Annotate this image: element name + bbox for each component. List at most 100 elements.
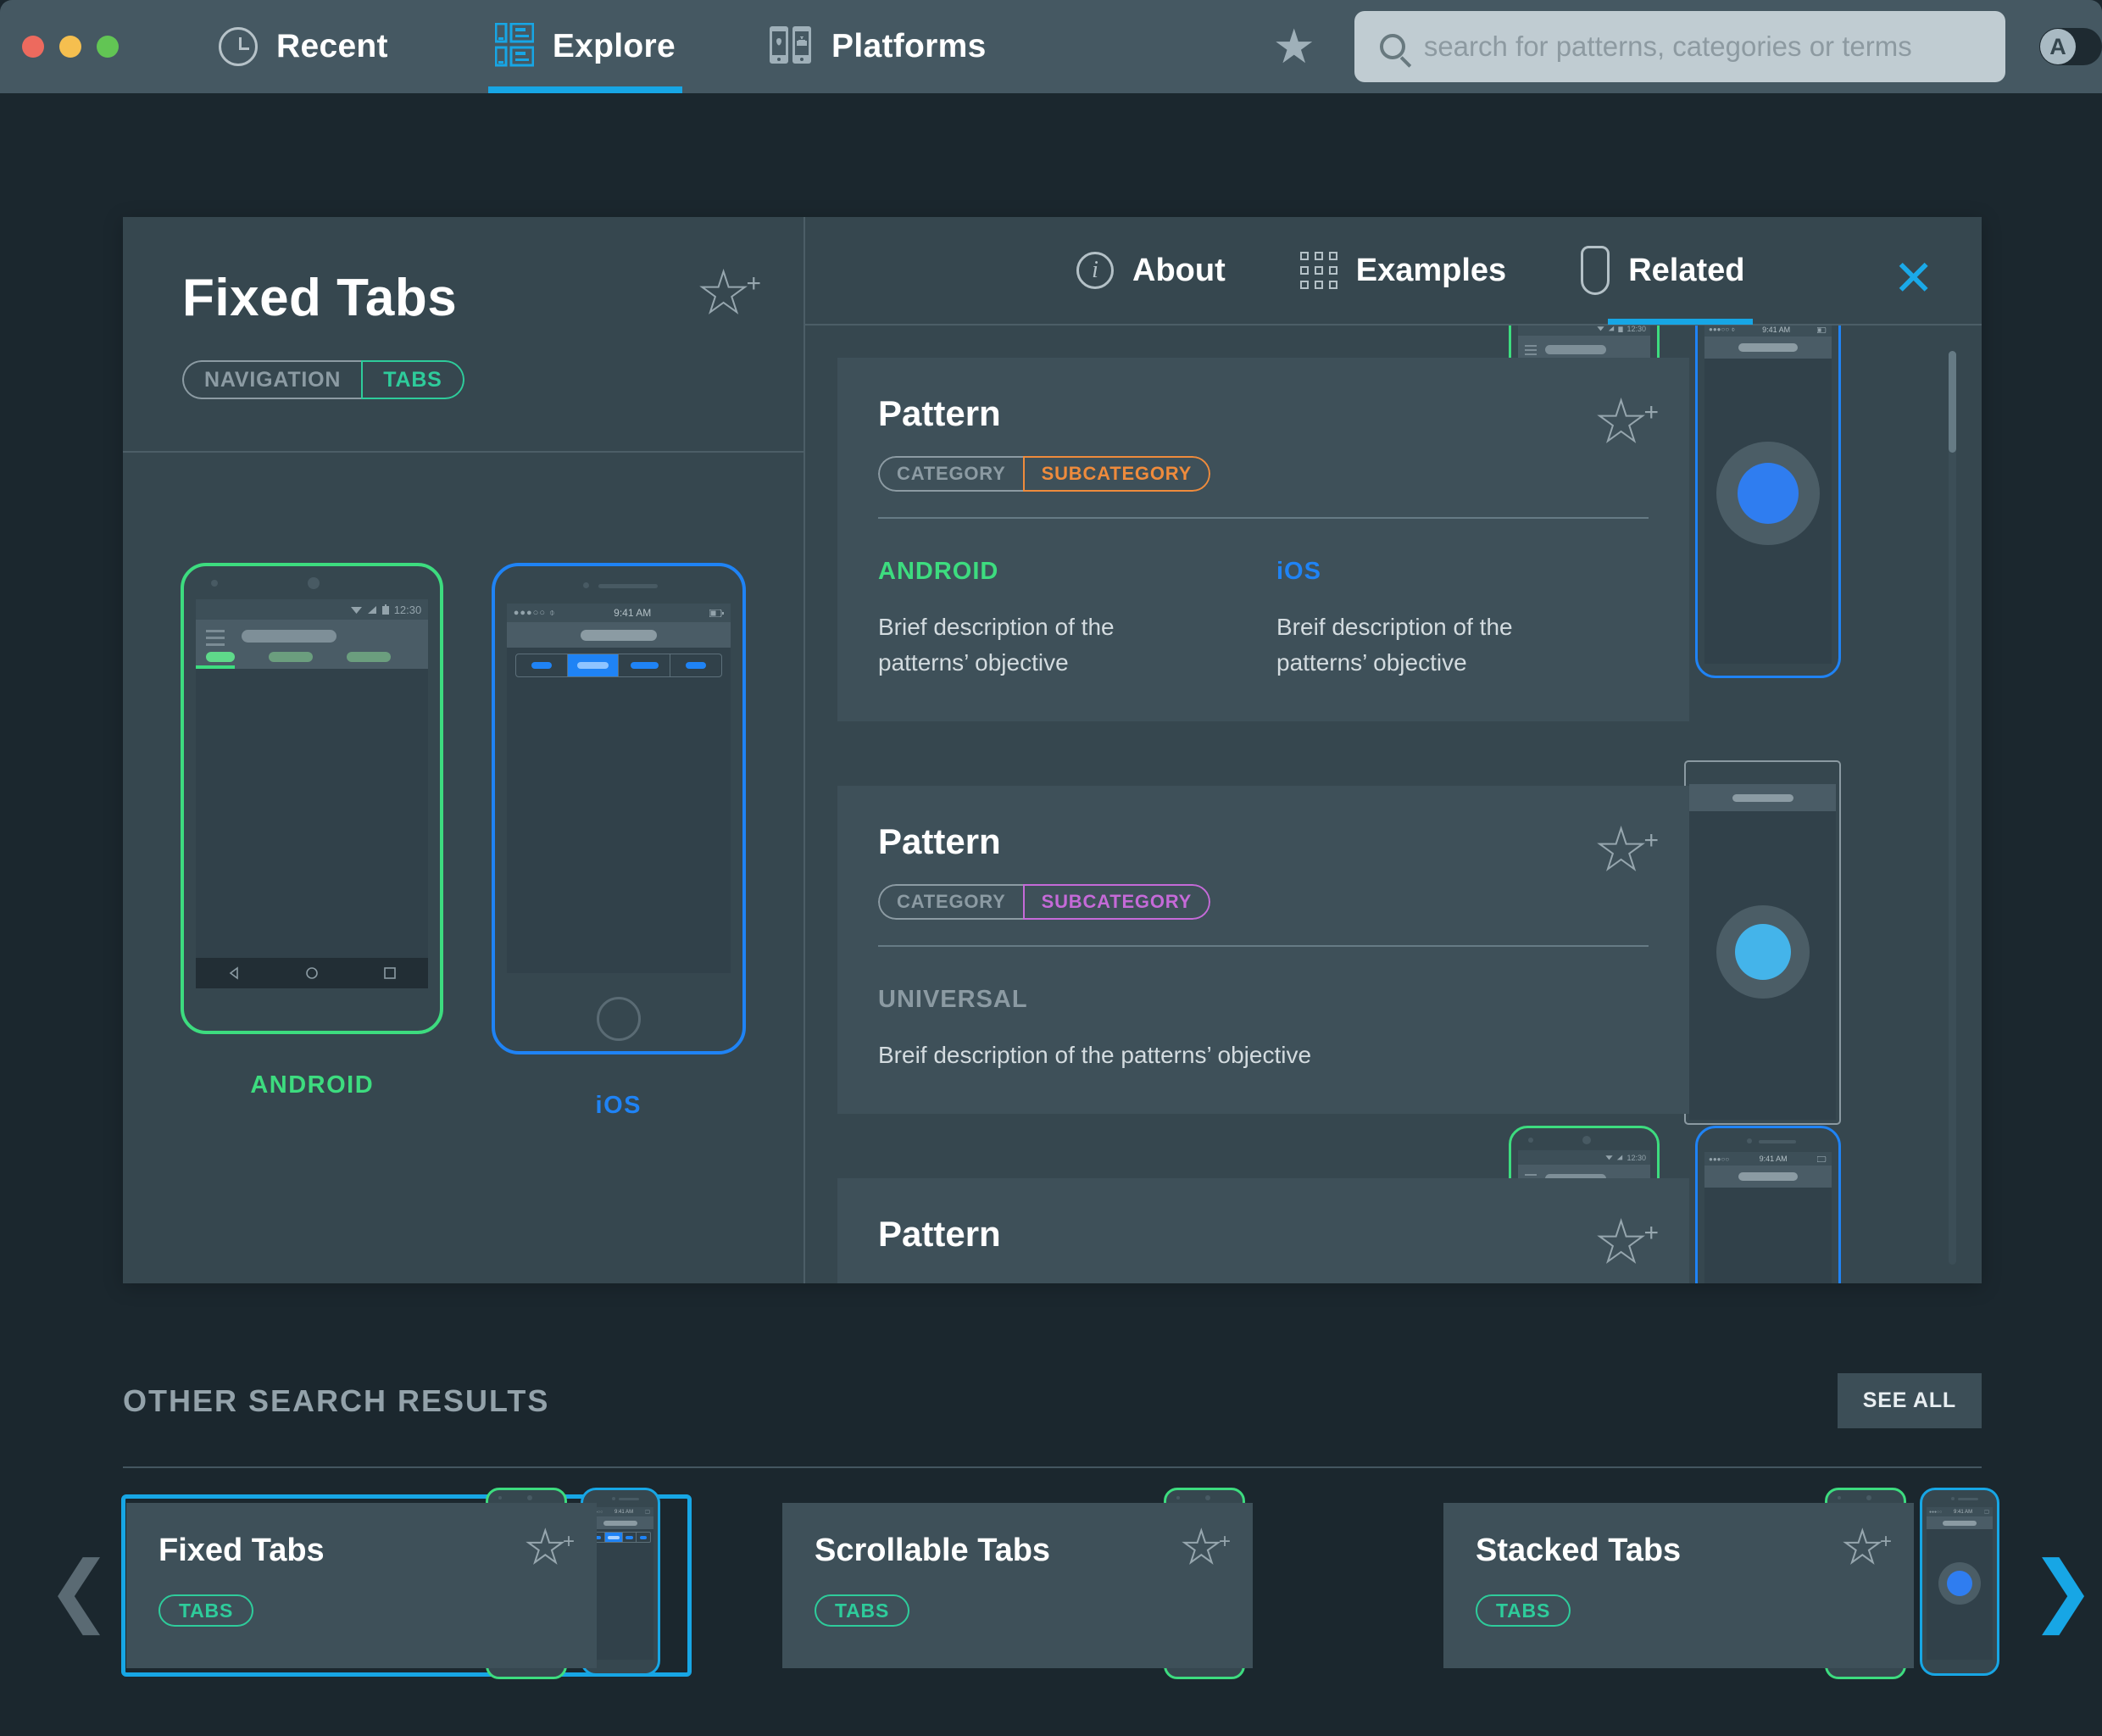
tag-category[interactable]: CATEGORY [878,456,1023,492]
tab-seg-2[interactable] [567,654,620,676]
nav-item-platforms[interactable]: Platforms [762,0,993,93]
star-add-icon[interactable]: ★ + [1842,1525,1892,1571]
tab-related-label: Related [1628,252,1745,288]
tag-subcategory[interactable]: TABS [361,360,464,399]
camera-dot-icon [1582,1136,1591,1144]
android-appbar [196,620,429,669]
search-input[interactable] [1423,31,1980,63]
divider [878,945,1649,947]
result-card-stacked-tabs[interactable]: 12:30 ∨ ∨ [1443,1488,2028,1683]
related-card-title: Pattern [878,393,1001,433]
battery-icon [709,609,724,617]
result-tag[interactable]: TABS [815,1594,910,1628]
hamburger-menu-icon[interactable] [1525,345,1537,355]
fab-preview [1716,905,1810,999]
chevron-right-icon[interactable]: ❯ [2030,1551,2095,1629]
result-card-scrollable-tabs[interactable]: 12:30 Scro [782,1488,1367,1683]
battery-icon [1817,326,1827,333]
nav-item-recent-label: Recent [276,28,388,64]
android-navbar[interactable] [196,958,429,988]
star-add-icon[interactable]: ★ + [1181,1525,1231,1571]
window-controls[interactable] [22,36,119,58]
title-placeholder [242,630,337,643]
ios-phone-frame: ●●●○○ ⌽ 9:41 AM [1695,326,1841,678]
tab-seg-1[interactable] [516,654,568,676]
ios-statusbar: ●●●○○ 9:41 AM [1704,1152,1832,1166]
detail-header: Fixed Tabs NAVIGATION TABS ★ + [123,217,804,453]
list-item[interactable]: Pattern CATEGORY SUBCATEGORY UNIVERSAL B… [837,760,1916,1125]
close-icon[interactable]: ✕ [1893,254,1934,303]
scrollbar-track[interactable] [1949,351,1956,1265]
tag-category[interactable]: CATEGORY [878,884,1023,920]
hamburger-menu-icon[interactable] [206,630,225,650]
star-add-icon[interactable]: ★ + [1595,1213,1659,1271]
star-add-icon[interactable]: ★ + [1595,392,1659,450]
clock-icon [219,27,258,66]
related-card-tags[interactable]: CATEGORY SUBCATEGORY [878,456,1211,492]
other-results-carousel: 12:30 [121,1488,2028,1683]
ios-segmented-tabs[interactable] [514,654,722,677]
close-window-button[interactable] [22,36,44,58]
scrollbar-thumb[interactable] [1949,351,1956,453]
star-add-icon[interactable]: ★ + [525,1525,575,1571]
tag-category[interactable]: NAVIGATION [182,360,362,399]
tab-seg-4[interactable] [670,654,721,676]
ios-phone-thumb: ●●●○○ 9:41 AM [1920,1488,1999,1676]
platform-block-ios: iOS Breif description of the patterns’ o… [1276,558,1582,681]
related-platform-columns: UNIVERSAL Breif description of the patte… [878,986,1649,1073]
result-card-body[interactable]: Stacked Tabs TABS ★ + [1443,1503,1914,1668]
maximize-window-button[interactable] [97,36,119,58]
platform-label-android: ANDROID [250,1071,375,1099]
platform-block-universal: UNIVERSAL Breif description of the patte… [878,986,1522,1073]
active-tab-indicator [196,665,236,669]
star-add-icon[interactable]: ★ + [1595,821,1659,878]
other-results-header: OTHER SEARCH RESULTS SEE ALL [123,1373,1982,1428]
detail-tags[interactable]: NAVIGATION TABS [182,360,464,399]
see-all-button[interactable]: SEE ALL [1837,1373,1982,1428]
tab-examples[interactable]: Examples [1292,216,1515,325]
info-icon: i [1076,252,1114,289]
divider [123,1466,1982,1468]
ios-screen: ●●●○○ ⌽ 9:41 AM [506,604,731,973]
platform-label: UNIVERSAL [878,986,1028,1013]
list-item[interactable]: 12:30 [837,326,1916,721]
related-card-title: Pattern [878,1214,1001,1254]
related-card[interactable]: Pattern ★ + [837,1178,1689,1283]
nav-item-recent[interactable]: Recent [212,0,395,93]
tag-subcategory[interactable]: SUBCATEGORY [1022,456,1211,492]
chevron-left-icon[interactable]: ❮ [47,1551,112,1629]
tab-related[interactable]: Related [1572,216,1754,325]
related-card[interactable]: Pattern CATEGORY SUBCATEGORY UNIVERSAL B… [837,786,1689,1114]
result-card-body[interactable]: Fixed Tabs TABS ★ + [126,1503,597,1668]
result-title: Scrollable Tabs [815,1533,1051,1568]
list-item[interactable]: 12:30 [837,1126,1916,1283]
tab-seg-3[interactable] [619,654,670,676]
related-card[interactable]: Pattern CATEGORY SUBCATEGORY ANDROID Bri… [837,358,1689,721]
related-card-tags[interactable]: CATEGORY SUBCATEGORY [878,884,1211,920]
result-title: Fixed Tabs [158,1533,325,1568]
result-card-body[interactable]: Scrollable Tabs TABS ★ + [782,1503,1253,1668]
result-card-fixed-tabs[interactable]: 12:30 [121,1488,706,1683]
minimize-window-button[interactable] [59,36,81,58]
account-toggle[interactable]: A [2039,28,2102,65]
related-card-title: Pattern [878,821,1001,861]
ios-navbar [506,622,731,648]
star-add-icon[interactable]: ★ + [698,264,761,321]
tag-subcategory[interactable]: SUBCATEGORY [1022,884,1211,920]
android-tab-row[interactable] [196,652,428,662]
title-placeholder [1732,793,1793,802]
nav-item-platforms-label: Platforms [831,28,987,64]
search-container[interactable] [1354,11,2005,82]
ios-navbar [1704,1166,1832,1188]
tab-chip-1[interactable] [206,652,236,662]
tab-chip-3[interactable] [347,652,392,662]
tab-chip-2[interactable] [269,652,314,662]
ios-home-button[interactable] [596,997,641,1041]
result-tag[interactable]: TABS [158,1594,254,1628]
result-tag[interactable]: TABS [1476,1594,1571,1628]
related-list[interactable]: 12:30 ●●●○○ ⌽ 9:41 AM Pattern CATEGORY S… [805,326,1982,1283]
tab-about[interactable]: i About [1068,216,1234,325]
nav-item-explore[interactable]: Explore [487,0,683,93]
star-filled-icon[interactable]: ★ [1273,23,1315,70]
android-status-time: 12:30 [393,603,422,616]
